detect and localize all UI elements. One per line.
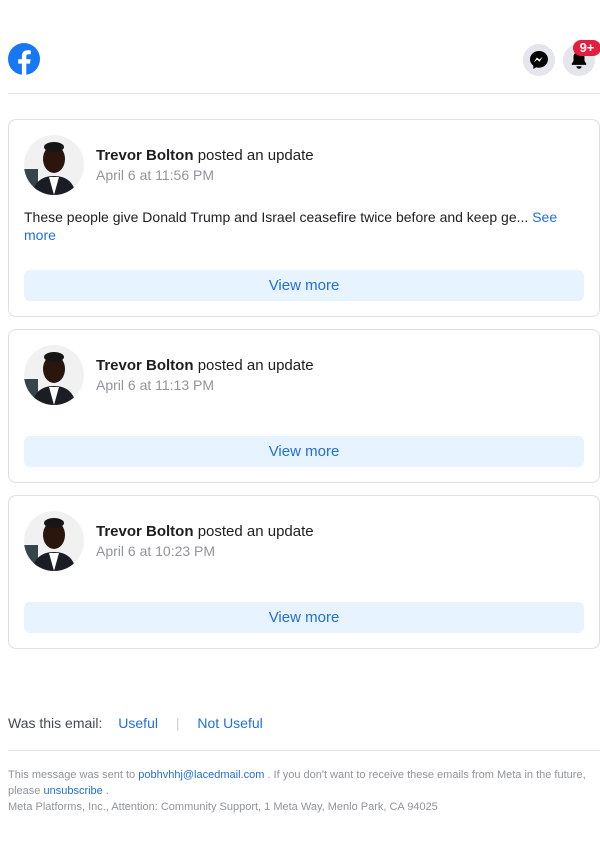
- author-name[interactable]: Trevor Bolton: [96, 357, 194, 374]
- view-more-button[interactable]: View more: [24, 270, 584, 301]
- view-more-button[interactable]: View more: [24, 602, 584, 633]
- post-header: Trevor Bolton posted an update: [96, 147, 314, 165]
- post-header: Trevor Bolton posted an update: [96, 523, 314, 541]
- post-header: Trevor Bolton posted an update: [96, 357, 314, 375]
- avatar[interactable]: [24, 511, 84, 571]
- footer-suffix: .: [105, 785, 109, 797]
- unsubscribe-link[interactable]: unsubscribe: [43, 785, 102, 797]
- post-text: These people give Donald Trump and Israe…: [24, 208, 569, 244]
- post-card: Trevor Bolton posted an update April 6 a…: [8, 495, 600, 649]
- post-card: Trevor Bolton posted an update April 6 a…: [8, 329, 600, 483]
- messenger-icon: [530, 51, 548, 69]
- post-card: Trevor Bolton posted an update April 6 a…: [8, 119, 600, 317]
- facebook-logo-icon[interactable]: [8, 43, 40, 75]
- post-action: posted an update: [197, 357, 314, 374]
- author-name[interactable]: Trevor Bolton: [96, 523, 194, 540]
- avatar[interactable]: [24, 345, 84, 405]
- post-timestamp[interactable]: April 6 at 11:56 PM: [96, 167, 214, 183]
- footer-address: Meta Platforms, Inc., Attention: Communi…: [8, 801, 438, 813]
- not-useful-link[interactable]: Not Useful: [197, 715, 262, 731]
- post-action: posted an update: [197, 523, 314, 540]
- post-timestamp[interactable]: April 6 at 10:23 PM: [96, 543, 215, 559]
- feedback-question: Was this email:: [8, 715, 103, 731]
- post-timestamp[interactable]: April 6 at 11:13 PM: [96, 377, 214, 393]
- view-more-button[interactable]: View more: [24, 436, 584, 467]
- useful-link[interactable]: Useful: [118, 715, 158, 731]
- messenger-button[interactable]: [523, 44, 555, 76]
- recipient-email-link[interactable]: pobhvhhj@lacedmail.com: [138, 769, 264, 781]
- post-excerpt: These people give Donald Trump and Israe…: [24, 209, 529, 225]
- feedback-row: Was this email: Useful | Not Useful: [8, 715, 263, 731]
- feedback-separator: |: [175, 715, 180, 731]
- footer-prefix: This message was sent to: [8, 769, 136, 781]
- footer-divider: [8, 750, 600, 751]
- email-header: 9+: [8, 40, 600, 94]
- notification-badge: 9+: [573, 40, 600, 56]
- email-footer: This message was sent to pobhvhhj@lacedm…: [8, 767, 598, 815]
- avatar[interactable]: [24, 135, 84, 195]
- author-name[interactable]: Trevor Bolton: [96, 147, 194, 164]
- post-action: posted an update: [197, 147, 314, 164]
